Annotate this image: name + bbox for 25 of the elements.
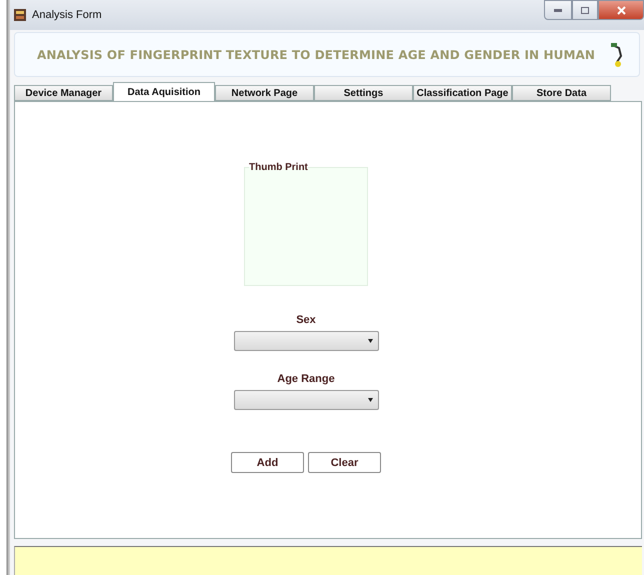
- close-button[interactable]: [598, 0, 644, 20]
- close-icon: [616, 6, 626, 14]
- field-label: Sex: [296, 314, 316, 326]
- minimize-icon: [554, 8, 562, 12]
- action-button[interactable]: Add: [231, 452, 304, 474]
- tab[interactable]: Store Data: [512, 85, 611, 102]
- dropdown[interactable]: [234, 390, 378, 410]
- dropdown-arrow-icon: [368, 398, 372, 402]
- tab[interactable]: Data Aquisition: [113, 82, 215, 102]
- window-title: Analysis Form: [32, 8, 103, 21]
- minimize-button[interactable]: [544, 0, 572, 20]
- dropdown[interactable]: [234, 331, 378, 352]
- tab[interactable]: Network Page: [215, 85, 314, 102]
- maximize-icon: [581, 6, 589, 14]
- banner-title: ANALYSIS OF FINGERPRINT TEXTURE TO DETERMINE AGE AND GENDER IN HUMAN: [37, 48, 596, 62]
- action-button[interactable]: Clear: [308, 452, 381, 474]
- dropdown-arrow-icon: [368, 339, 372, 344]
- field-label: Age Range: [277, 373, 335, 386]
- tab[interactable]: Device Manager: [14, 85, 113, 102]
- app-icon: [14, 8, 26, 21]
- tab[interactable]: Settings: [314, 85, 413, 102]
- scanner-icon: [611, 42, 625, 68]
- tab[interactable]: Classification Page: [413, 85, 512, 102]
- group-title: Thumb Print: [249, 162, 308, 174]
- maximize-button[interactable]: [572, 0, 598, 20]
